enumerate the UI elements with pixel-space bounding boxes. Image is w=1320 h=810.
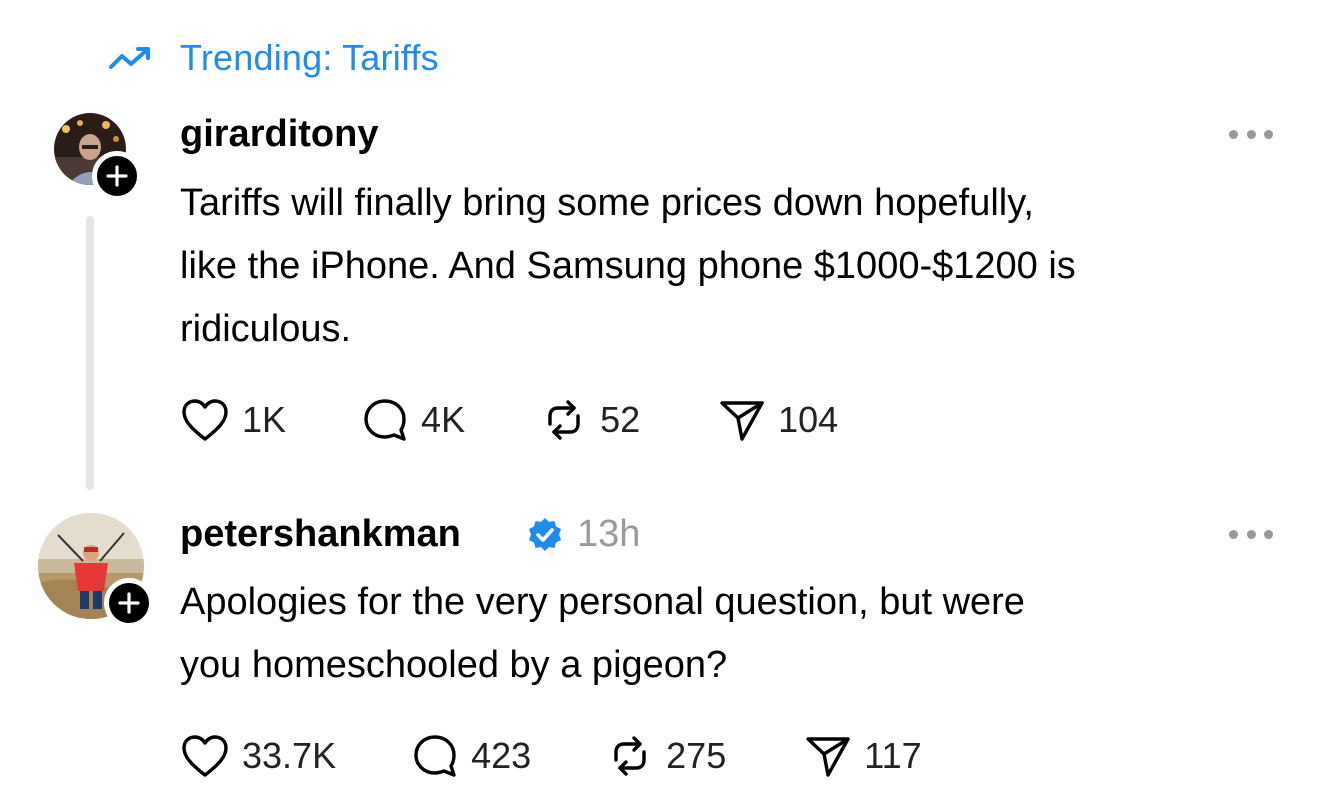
heart-icon [182, 735, 228, 777]
post-time: 13h [577, 513, 641, 555]
comment-icon [364, 399, 406, 441]
dot-icon [1264, 129, 1273, 139]
post-actions: 33.7K 423 275 117 [180, 732, 922, 780]
heart-icon [182, 399, 228, 441]
share-button[interactable]: 104 [718, 396, 838, 444]
post-text-line: like the iPhone. And Samsung phone $1000… [180, 245, 1076, 287]
username[interactable]: petershankman [180, 513, 461, 556]
trending-label: Trending: Tariffs [180, 37, 439, 78]
trending-link[interactable]: Trending: Tariffs [108, 36, 439, 80]
dot-icon [1229, 529, 1238, 539]
plus-icon [106, 165, 128, 187]
repost-button[interactable]: 275 [606, 732, 726, 780]
repost-icon [548, 400, 580, 440]
post-text-line: Tariffs will finally bring some prices d… [180, 182, 1034, 224]
trending-up-icon [109, 47, 150, 69]
dot-icon [1246, 529, 1256, 539]
share-button[interactable]: 117 [804, 732, 922, 780]
thread-line [86, 216, 94, 490]
reply-button[interactable]: 423 [411, 732, 531, 780]
like-count: 1K [242, 399, 287, 440]
reply-count: 4K [421, 399, 466, 440]
post-text-line: Apologies for the very personal question… [180, 581, 1025, 623]
repost-icon [614, 736, 646, 776]
like-button[interactable]: 33.7K [180, 733, 336, 779]
more-options-button[interactable] [1229, 124, 1273, 144]
verified-badge-icon [529, 518, 561, 551]
dot-icon [1246, 129, 1256, 139]
post-text-line: ridiculous. [180, 308, 352, 350]
send-icon [806, 737, 850, 777]
plus-icon [118, 592, 140, 614]
reply-button[interactable]: 4K [361, 396, 465, 444]
repost-count: 52 [600, 399, 641, 440]
share-count: 117 [864, 735, 922, 776]
post-text: Apologies for the very personal question… [180, 571, 1290, 697]
share-count: 104 [778, 399, 839, 440]
post-actions: 1K 4K 52 104 [180, 396, 838, 444]
dot-icon [1229, 129, 1238, 139]
comment-icon [414, 735, 456, 777]
username[interactable]: girarditony [180, 113, 378, 156]
more-options-button[interactable] [1229, 524, 1273, 544]
follow-button[interactable] [104, 578, 154, 628]
follow-button[interactable] [92, 151, 142, 201]
repost-button[interactable]: 52 [540, 396, 640, 444]
dot-icon [1264, 529, 1273, 539]
repost-count: 275 [666, 735, 727, 776]
like-count: 33.7K [242, 735, 337, 776]
reply-count: 423 [471, 735, 532, 776]
post-text: Tariffs will finally bring some prices d… [180, 172, 1290, 361]
like-button[interactable]: 1K [180, 397, 286, 443]
post-text-line: you homeschooled by a pigeon? [180, 644, 728, 686]
send-icon [720, 401, 764, 441]
